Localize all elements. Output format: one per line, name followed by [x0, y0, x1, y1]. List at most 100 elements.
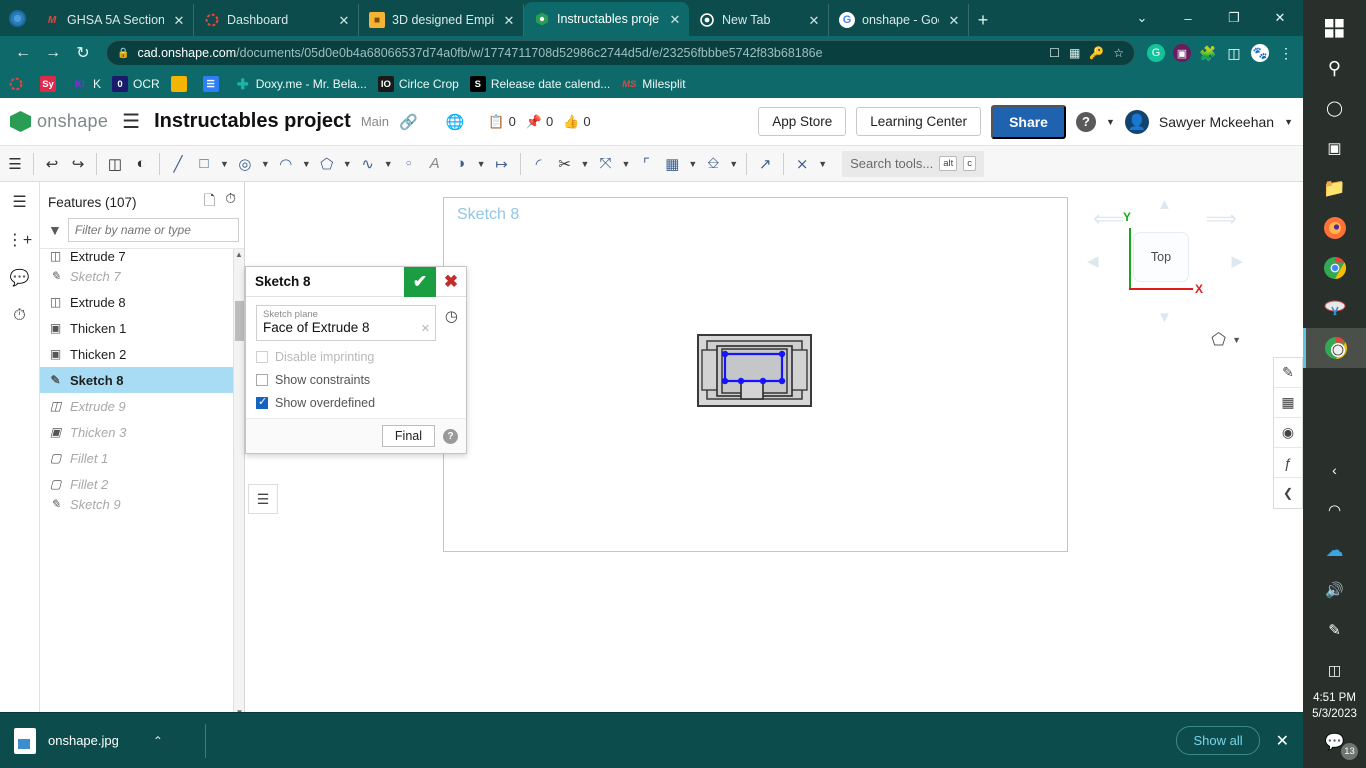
point-tool-icon[interactable]: ○ — [396, 147, 422, 181]
bookmark-4[interactable] — [171, 76, 192, 92]
side-panel-icon[interactable]: ◫ — [1225, 44, 1243, 62]
show-constraints-checkbox[interactable] — [256, 374, 268, 386]
taskbar-clock[interactable]: 4:51 PM 5/3/2023 — [1312, 690, 1357, 722]
snipping-tool-icon[interactable] — [1303, 288, 1366, 328]
start-icon[interactable] — [1303, 8, 1366, 48]
browser-tab-2[interactable]: ■ 3D designed Empir ✕ — [359, 4, 524, 36]
bookmark-5[interactable]: ☰ — [203, 76, 224, 92]
feature-item-sketch-7[interactable]: ✎ Sketch 7 — [40, 263, 244, 289]
notifications-icon[interactable]: 💬 13 — [1303, 722, 1366, 762]
feature-item-sketch-9[interactable]: ✎ Sketch 9 — [40, 497, 244, 511]
learning-center-button[interactable]: Learning Center — [856, 107, 981, 136]
mirror-chevron-down-icon[interactable]: ▼ — [474, 159, 489, 169]
rollback-timer-icon[interactable]: ⏱ — [225, 190, 236, 214]
feature-item-sketch-8[interactable]: ✎ Sketch 8 — [40, 367, 244, 393]
browser-tab-1[interactable]: Dashboard ✕ — [194, 4, 359, 36]
grid-variable-icon[interactable]: ƒ — [1274, 448, 1302, 478]
cast-icon[interactable]: ☐ — [1049, 46, 1060, 60]
show-overdefined-checkbox[interactable] — [256, 397, 268, 409]
feature-item-thicken-2[interactable]: ▣ Thicken 2 — [40, 341, 244, 367]
offset-chevron-down-icon[interactable]: ▼ — [618, 159, 633, 169]
help-chevron-down-icon[interactable]: ▼ — [1106, 117, 1115, 127]
show-overdefined-row[interactable]: Show overdefined — [256, 396, 456, 410]
search-tools-input[interactable]: Search tools... alt c — [842, 151, 984, 177]
use-tool-icon[interactable]: ⌜ — [633, 147, 659, 181]
spline-tool-icon[interactable]: ∿ — [355, 147, 381, 181]
window-maximize-button[interactable]: ❐ — [1211, 2, 1257, 34]
text-tool-icon[interactable]: A — [422, 147, 448, 181]
feature-list-icon[interactable]: ☰ — [2, 147, 28, 181]
sketch-icon[interactable]: ◫ — [102, 147, 128, 181]
copies-counter[interactable]: 📋 0 — [488, 114, 515, 130]
back-button[interactable]: ← — [8, 39, 38, 67]
dimension-tool-icon[interactable]: ↦ — [489, 147, 515, 181]
bookmark-1[interactable]: Sy — [40, 76, 61, 92]
redo-icon[interactable]: ↪ — [65, 147, 91, 181]
browser-tab-5-close-icon[interactable]: ✕ — [946, 14, 962, 27]
scroll-up-icon[interactable]: ▲ — [234, 249, 244, 261]
browser-tab-3-close-icon[interactable]: ✕ — [667, 13, 683, 26]
site-lock-icon[interactable]: 🔒 — [117, 48, 129, 59]
collapse-icon[interactable]: ❮ — [1274, 478, 1302, 508]
offset-tool-icon[interactable]: ⤧ — [592, 147, 618, 181]
qr-code-icon[interactable]: ▦ — [1069, 46, 1080, 60]
shaded-cube-icon[interactable]: ⬠ — [1211, 330, 1226, 350]
forward-button[interactable]: → — [38, 39, 68, 67]
filter-input[interactable] — [68, 218, 239, 242]
reader-icon[interactable]: ▣ — [1173, 44, 1191, 62]
view-cube-face[interactable]: Top — [1133, 232, 1189, 282]
sketch-cancel-button[interactable]: ✖ — [436, 267, 466, 297]
sketch-plane-field[interactable]: Sketch plane Face of Extrude 8 ✕ — [256, 305, 436, 341]
arc-tool-icon[interactable]: ◠ — [273, 147, 299, 181]
feature-list[interactable]: ◫ Extrude 7 ✎ Sketch 7 ◫ Extrude 8 ▣ Thi… — [40, 248, 244, 720]
feature-item-thicken-3[interactable]: ▣ Thicken 3 — [40, 419, 244, 445]
grid-pattern-icon[interactable]: ▦ — [659, 147, 685, 181]
sketch-accept-button[interactable]: ✔ — [404, 267, 436, 297]
transform-icon[interactable]: ↗ — [752, 147, 778, 181]
disable-imprinting-checkbox[interactable] — [256, 351, 268, 363]
comments-icon[interactable]: 💬 — [10, 266, 30, 290]
rotate-right-arc-icon[interactable]: ⟹ — [1205, 206, 1237, 232]
help-icon[interactable]: ? — [1076, 112, 1096, 132]
rotate-left-arc-icon[interactable]: ⟸ — [1093, 206, 1125, 232]
view-cube[interactable]: ⟸ ⟹ ▲ ◀ ▶ ▼ Y X Top — [1085, 190, 1245, 330]
menu-hamburger-icon[interactable]: ☰ — [118, 109, 144, 134]
reload-button[interactable]: ↻ — [68, 39, 98, 67]
plane-icon[interactable]: ◐ — [128, 147, 154, 181]
history-icon[interactable]: ⏱ — [13, 304, 25, 328]
cad-model-preview[interactable] — [697, 334, 812, 407]
add-comment-icon[interactable]: ⋮+ — [7, 228, 32, 252]
browser-tab-0-close-icon[interactable]: ✕ — [171, 14, 187, 27]
bookmark-7[interactable]: IO Cirlce Crop — [378, 76, 459, 92]
wifi-icon[interactable]: ◠ — [1303, 490, 1366, 530]
feature-item-thicken-1[interactable]: ▣ Thicken 1 — [40, 315, 244, 341]
pattern-chevron-down-icon[interactable]: ▼ — [685, 159, 700, 169]
polygon-tool-icon[interactable]: ⬠ — [314, 147, 340, 181]
user-name-label[interactable]: Sawyer Mckeehan — [1159, 114, 1274, 130]
onedrive-icon[interactable]: ☁ — [1303, 530, 1366, 570]
volume-icon[interactable]: 🔊 — [1303, 570, 1366, 610]
key-icon[interactable]: 🔑 — [1089, 46, 1104, 60]
tab-search-icon[interactable]: ⌄ — [1119, 2, 1165, 34]
show-hidden-icons-icon[interactable]: ‹ — [1303, 450, 1366, 490]
feature-list-scrollbar[interactable]: ▲ ▼ — [233, 249, 244, 719]
onshape-logo[interactable]: onshape — [10, 111, 108, 132]
view-mode-chevron-down-icon[interactable]: ▼ — [1232, 335, 1241, 345]
feature-item-extrude-9[interactable]: ◫ Extrude 9 — [40, 393, 244, 419]
download-chevron-up-icon[interactable]: ⌃ — [153, 734, 163, 748]
arc-chevron-down-icon[interactable]: ▼ — [299, 159, 314, 169]
view-down-arrow-icon[interactable]: ▼ — [1157, 309, 1172, 326]
trim-chevron-down-icon[interactable]: ▼ — [578, 159, 593, 169]
app-store-button[interactable]: App Store — [758, 107, 846, 136]
circle-chevron-down-icon[interactable]: ▼ — [258, 159, 273, 169]
bookmark-0[interactable] — [8, 76, 29, 92]
grammarly-icon[interactable]: G — [1147, 44, 1165, 62]
window-close-button[interactable]: ✕ — [1257, 2, 1303, 34]
avatar[interactable]: 👤 — [1125, 110, 1149, 134]
chrome-active-icon[interactable] — [1303, 328, 1366, 368]
browser-tab-5[interactable]: G onshape - Google S ✕ — [829, 4, 969, 36]
globe-icon[interactable]: 🌐 — [446, 113, 465, 131]
user-chevron-down-icon[interactable]: ▼ — [1284, 117, 1293, 127]
circle-tool-icon[interactable]: ◎ — [232, 147, 258, 181]
task-view-icon[interactable]: ▣ — [1303, 128, 1366, 168]
